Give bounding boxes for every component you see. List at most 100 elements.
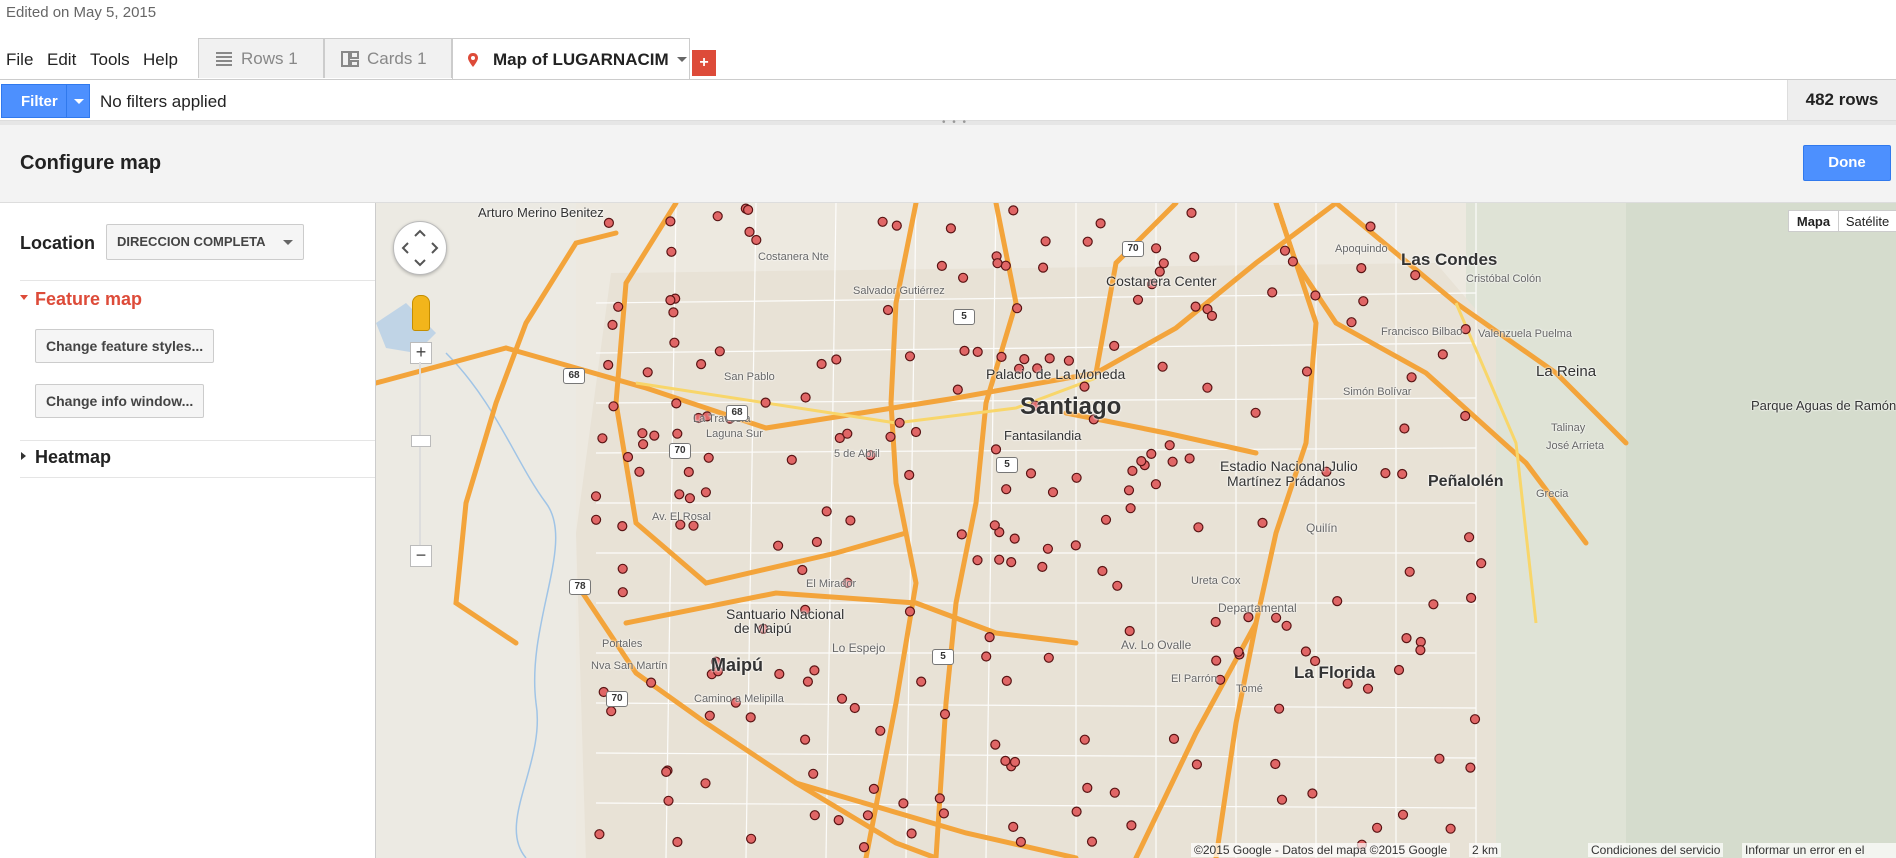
location-select[interactable]: DIRECCION COMPLETA	[106, 224, 304, 260]
feature-map-section[interactable]: Feature map	[35, 289, 142, 310]
map-marker[interactable]	[1008, 205, 1019, 216]
map-marker[interactable]	[613, 301, 624, 312]
map-marker[interactable]	[1406, 372, 1417, 383]
map-marker[interactable]	[597, 433, 608, 444]
map-marker[interactable]	[845, 515, 856, 526]
map-marker[interactable]	[1019, 354, 1030, 365]
map-marker[interactable]	[1206, 310, 1218, 322]
map-marker[interactable]	[1460, 323, 1471, 335]
map-marker[interactable]	[1300, 646, 1312, 657]
map-marker[interactable]	[607, 319, 618, 331]
map-marker[interactable]	[906, 828, 917, 839]
map-marker[interactable]	[891, 220, 902, 231]
map-marker[interactable]	[800, 392, 811, 403]
report-error-link[interactable]: Informar un error en el mapa	[1742, 843, 1896, 858]
map-marker[interactable]	[809, 810, 820, 821]
map-marker[interactable]	[745, 712, 756, 723]
map-marker[interactable]	[842, 428, 853, 439]
map-marker[interactable]	[684, 493, 695, 504]
map-marker[interactable]	[992, 258, 1003, 269]
map-marker[interactable]	[622, 451, 634, 463]
map-marker[interactable]	[1404, 566, 1415, 577]
map-marker[interactable]	[836, 693, 848, 704]
map-marker[interactable]	[1202, 382, 1213, 393]
map-marker[interactable]	[1040, 236, 1051, 247]
map-marker[interactable]	[1279, 245, 1291, 256]
map-marker[interactable]	[1132, 294, 1144, 305]
map-marker[interactable]	[671, 398, 682, 409]
map-marker[interactable]	[1112, 580, 1123, 591]
map-marker[interactable]	[1042, 543, 1054, 554]
map-type-map[interactable]: Mapa	[1788, 210, 1839, 232]
tab-map[interactable]: Map of LUGARNACIM	[452, 38, 690, 80]
map-marker[interactable]	[1273, 703, 1285, 714]
map-marker[interactable]	[990, 739, 1001, 750]
menu-tools[interactable]: Tools	[90, 50, 130, 70]
map-marker[interactable]	[672, 428, 683, 439]
map-marker[interactable]	[957, 272, 969, 283]
map-marker[interactable]	[972, 555, 983, 566]
map-marker[interactable]	[1126, 820, 1137, 831]
map-marker[interactable]	[1186, 207, 1197, 218]
map-marker[interactable]	[1415, 645, 1426, 656]
map-marker[interactable]	[956, 529, 967, 540]
map-marker[interactable]	[1168, 733, 1180, 745]
map-marker[interactable]	[1190, 301, 1201, 312]
map-marker[interactable]	[1215, 674, 1226, 685]
map-marker[interactable]	[649, 430, 660, 441]
map-marker[interactable]	[797, 564, 808, 576]
map-marker[interactable]	[898, 798, 909, 809]
pegman-icon[interactable]	[412, 295, 430, 331]
map-marker[interactable]	[617, 521, 628, 532]
map-marker[interactable]	[1100, 514, 1112, 525]
map-marker[interactable]	[831, 354, 842, 365]
map-marker[interactable]	[665, 294, 676, 306]
map-marker[interactable]	[638, 439, 649, 450]
map-marker[interactable]	[704, 710, 715, 721]
menu-edit[interactable]: Edit	[47, 50, 76, 70]
map-marker[interactable]	[1011, 303, 1023, 314]
map-marker[interactable]	[1071, 472, 1082, 483]
map-marker[interactable]	[1332, 596, 1343, 607]
filter-dropdown-icon[interactable]	[74, 99, 84, 104]
map-marker[interactable]	[882, 304, 894, 316]
map-marker[interactable]	[634, 466, 645, 477]
map-marker[interactable]	[821, 506, 832, 517]
collapse-triangle-icon[interactable]	[21, 452, 26, 460]
map-marker[interactable]	[663, 795, 674, 806]
map-marker[interactable]	[591, 514, 602, 525]
map-marker[interactable]	[1346, 317, 1357, 328]
zoom-out-button[interactable]: −	[410, 545, 432, 567]
zoom-slider-handle[interactable]	[411, 435, 431, 447]
map-marker[interactable]	[1008, 821, 1019, 833]
map-marker[interactable]	[1270, 758, 1281, 770]
map-marker[interactable]	[683, 466, 694, 478]
map-marker[interactable]	[786, 454, 797, 465]
map-marker[interactable]	[637, 428, 648, 439]
map-marker[interactable]	[875, 725, 886, 736]
map-marker[interactable]	[1428, 599, 1439, 610]
map-marker[interactable]	[1310, 290, 1321, 301]
map-marker[interactable]	[936, 260, 948, 272]
map-marker[interactable]	[712, 211, 723, 222]
map-marker[interactable]	[862, 810, 873, 821]
map-marker[interactable]	[743, 204, 754, 216]
map-marker[interactable]	[916, 676, 927, 687]
map-marker[interactable]	[661, 766, 672, 778]
zoom-slider-track[interactable]	[419, 362, 421, 545]
filter-button[interactable]: Filter	[1, 84, 90, 118]
map-marker[interactable]	[1476, 558, 1487, 569]
map-marker[interactable]	[1158, 258, 1169, 269]
map-marker[interactable]	[590, 491, 602, 502]
map-marker[interactable]	[981, 651, 992, 662]
map-marker[interactable]	[1210, 616, 1221, 628]
map-marker[interactable]	[700, 778, 711, 789]
map-marker[interactable]	[1043, 652, 1054, 663]
map-marker[interactable]	[1071, 806, 1082, 817]
map-marker[interactable]	[910, 426, 922, 438]
map-marker[interactable]	[1146, 448, 1157, 459]
map-marker[interactable]	[945, 223, 957, 234]
map-marker[interactable]	[1150, 479, 1162, 490]
map-marker[interactable]	[959, 345, 970, 356]
map-marker[interactable]	[972, 346, 983, 357]
